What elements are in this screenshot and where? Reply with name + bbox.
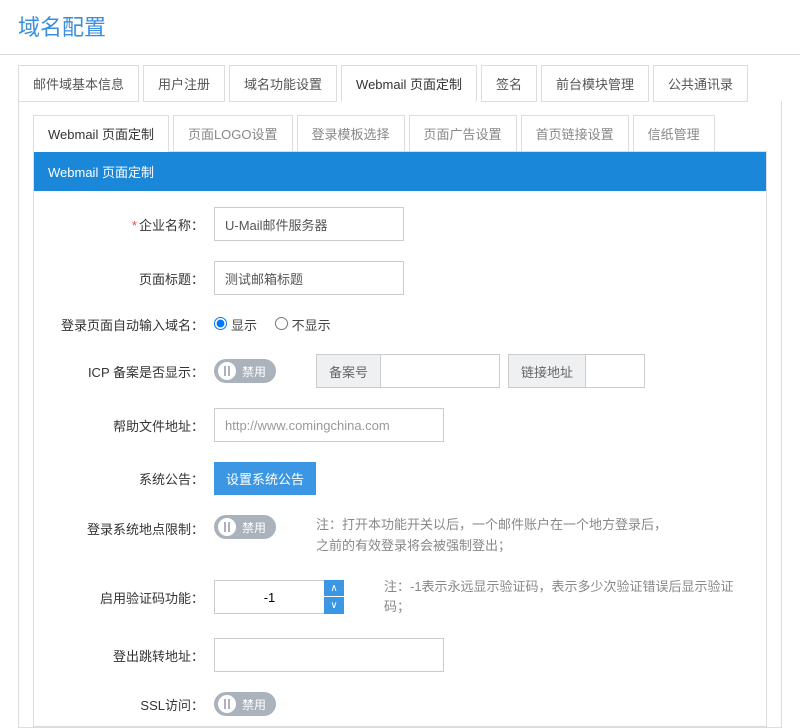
label-login-limit: 登录系统地点限制： [44,515,214,538]
row-icp: ICP 备案是否显示： 禁用 备案号 链接地址 [44,344,756,398]
row-company: *企业名称： [44,197,756,251]
outer-tab-2[interactable]: 域名功能设置 [229,65,337,102]
input-icp-link[interactable] [585,354,645,388]
addon-label-link: 链接地址 [508,354,585,388]
label-logout-url: 登出跳转地址： [44,646,214,665]
inner-tab-0[interactable]: Webmail 页面定制 [33,115,169,152]
outer-tab-1[interactable]: 用户注册 [143,65,225,102]
outer-tabs: 邮件域基本信息用户注册域名功能设置Webmail 页面定制签名前台模块管理公共通… [0,54,800,728]
toggle-login-limit[interactable]: 禁用 [214,515,276,539]
stepper-captcha: ∧ ∨ [214,580,344,614]
outer-tab-3[interactable]: Webmail 页面定制 [341,65,477,102]
toggle-ssl[interactable]: 禁用 [214,692,276,716]
panel-webmail: Webmail 页面定制 *企业名称： 页面标题： 登录页面自动输入域名： 显示… [33,151,767,727]
input-icp-record[interactable] [380,354,500,388]
label-help-url: 帮助文件地址： [44,416,214,435]
label-auto-domain: 登录页面自动输入域名： [44,315,214,334]
inner-tab-1[interactable]: 页面LOGO设置 [173,115,293,152]
inner-tab-4[interactable]: 首页链接设置 [521,115,629,152]
note-captcha: 注：-1表示永远显示验证码，表示多少次验证错误后显示验证码； [384,577,744,619]
label-page-title: 页面标题： [44,269,214,288]
row-login-limit: 登录系统地点限制： 禁用 注：打开本功能开关以后，一个邮件账户在一个地方登录后，… [44,505,756,567]
row-captcha: 启用验证码功能： ∧ ∨ 注：-1表示永远显示验证码，表示多少次验证错误后显示验… [44,567,756,629]
outer-tab-6[interactable]: 公共通讯录 [653,65,748,102]
label-captcha: 启用验证码功能： [44,588,214,607]
label-icp: ICP 备案是否显示： [44,362,214,381]
input-company[interactable] [214,207,404,241]
input-page-title[interactable] [214,261,404,295]
inner-tabs: Webmail 页面定制页面LOGO设置登录模板选择页面广告设置首页链接设置信纸… [33,115,767,152]
label-ssl: SSL访问： [44,695,214,714]
outer-tab-5[interactable]: 前台模块管理 [541,65,649,102]
radio-show[interactable]: 显示 [214,318,257,333]
label-company: *企业名称： [44,215,214,234]
row-help-url: 帮助文件地址： [44,398,756,452]
note-login-limit: 注：打开本功能开关以后，一个邮件账户在一个地方登录后，之前的有效登录将会被强制登… [316,515,676,557]
row-auto-domain: 登录页面自动输入域名： 显示 不显示 [44,305,756,344]
row-notice: 系统公告： 设置系统公告 [44,452,756,505]
row-ssl: SSL访问： 禁用 [44,682,756,726]
panel-title: Webmail 页面定制 [34,152,766,191]
stepper-up-icon[interactable]: ∧ [324,580,344,597]
input-captcha[interactable] [214,580,324,614]
outer-tab-0[interactable]: 邮件域基本信息 [18,65,139,102]
input-help-url[interactable] [214,408,444,442]
row-page-title: 页面标题： [44,251,756,305]
stepper-down-icon[interactable]: ∨ [324,597,344,614]
addon-label-record: 备案号 [316,354,380,388]
row-logout-url: 登出跳转地址： [44,628,756,682]
btn-set-notice[interactable]: 设置系统公告 [214,462,316,495]
label-notice: 系统公告： [44,469,214,488]
input-logout-url[interactable] [214,638,444,672]
inner-tab-3[interactable]: 页面广告设置 [409,115,517,152]
inner-tab-5[interactable]: 信纸管理 [633,115,715,152]
radio-hide[interactable]: 不显示 [275,318,331,333]
page-title: 域名配置 [0,0,800,54]
inner-tab-2[interactable]: 登录模板选择 [297,115,405,152]
outer-tab-4[interactable]: 签名 [481,65,537,102]
toggle-icp[interactable]: 禁用 [214,359,276,383]
